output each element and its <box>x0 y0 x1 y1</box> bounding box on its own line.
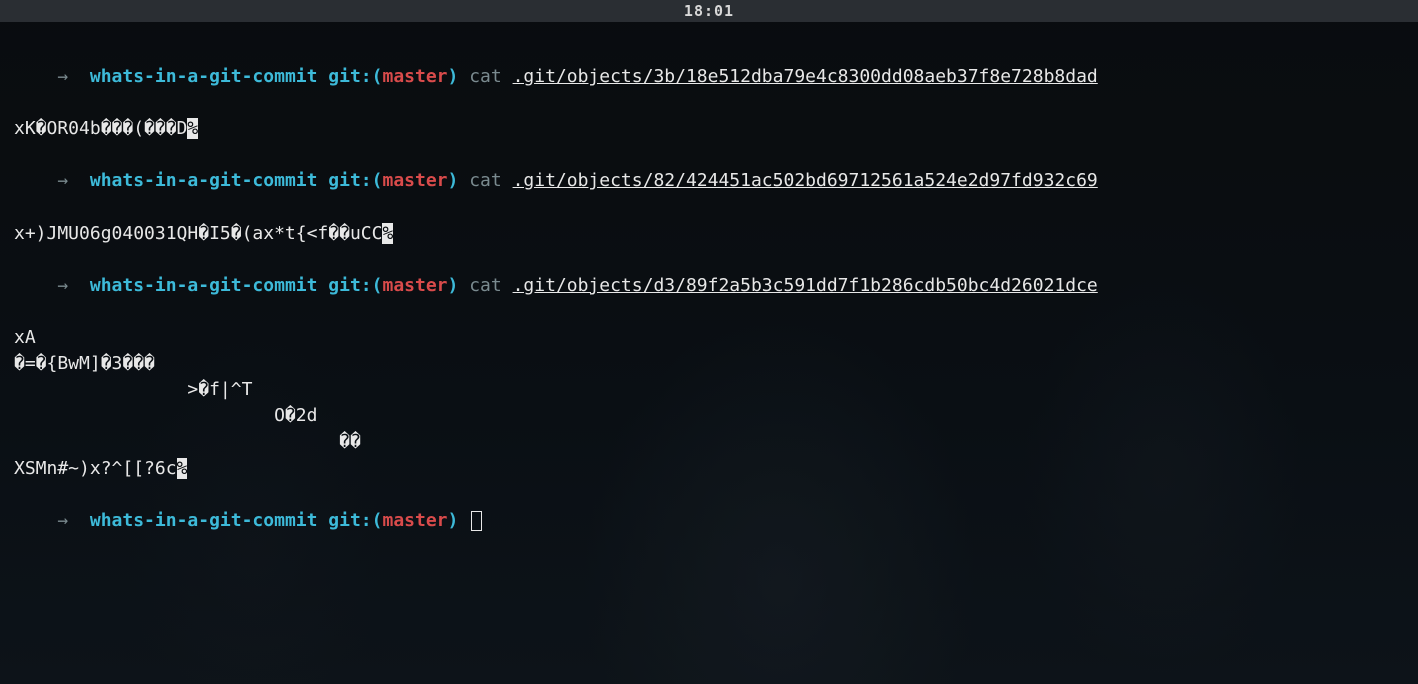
output-line: XSMn#~)x?^[[?6c% <box>14 456 1404 482</box>
prompt-dir: whats-in-a-git-commit <box>90 275 318 296</box>
prompt-arrow-icon: → <box>57 275 90 296</box>
eol-percent-icon: % <box>187 118 198 139</box>
prompt-dir: whats-in-a-git-commit <box>90 510 318 531</box>
statusbar-time: 18:01 <box>684 2 734 20</box>
prompt-paren-open: ( <box>372 66 383 87</box>
prompt-git-label: git: <box>317 170 371 191</box>
output-text: x+)JMU06g040031QH�I5�(ax*t{<f��uCC <box>14 223 382 244</box>
prompt-paren-close: ) <box>448 510 470 531</box>
prompt-line: → whats-in-a-git-commit git:(master) cat… <box>14 38 1404 116</box>
output-line: xA <box>14 325 1404 351</box>
eol-percent-icon: % <box>177 458 188 479</box>
prompt-branch: master <box>382 66 447 87</box>
prompt-paren-close: ) <box>448 66 470 87</box>
command-path: .git/objects/82/424451ac502bd69712561a52… <box>513 170 1098 191</box>
output-text: O�2d <box>14 405 317 426</box>
output-line: >�f|^T <box>14 377 1404 403</box>
prompt-branch: master <box>382 275 447 296</box>
prompt-git-label: git: <box>317 66 371 87</box>
output-line: �� <box>14 429 1404 455</box>
output-line: O�2d <box>14 403 1404 429</box>
output-line: x+)JMU06g040031QH�I5�(ax*t{<f��uCC% <box>14 221 1404 247</box>
command-path: .git/objects/3b/18e512dba79e4c8300dd08ae… <box>513 66 1098 87</box>
output-text: XSMn#~)x?^[[?6c <box>14 458 177 479</box>
command: cat <box>469 66 512 87</box>
command: cat <box>469 170 512 191</box>
output-text: >�f|^T <box>14 379 252 400</box>
prompt-line: → whats-in-a-git-commit git:(master) cat… <box>14 142 1404 220</box>
prompt-arrow-icon: → <box>57 170 90 191</box>
prompt-git-label: git: <box>317 510 371 531</box>
output-text: xK�OR04b���(���D <box>14 118 187 139</box>
cursor-icon <box>471 511 482 531</box>
command: cat <box>469 275 512 296</box>
output-line: �=�{BwM]�3��� <box>14 351 1404 377</box>
prompt-branch: master <box>382 170 447 191</box>
prompt-paren-open: ( <box>372 170 383 191</box>
output-line: xK�OR04b���(���D% <box>14 116 1404 142</box>
statusbar: 18:01 <box>0 0 1418 22</box>
command-path: .git/objects/d3/89f2a5b3c591dd7f1b286cdb… <box>513 275 1098 296</box>
eol-percent-icon: % <box>382 223 393 244</box>
prompt-paren-close: ) <box>448 170 470 191</box>
prompt-git-label: git: <box>317 275 371 296</box>
output-text: xA <box>14 327 36 348</box>
prompt-arrow-icon: → <box>57 510 90 531</box>
terminal[interactable]: → whats-in-a-git-commit git:(master) cat… <box>0 22 1418 560</box>
prompt-line-active[interactable]: → whats-in-a-git-commit git:(master) <box>14 482 1404 560</box>
output-text: �=�{BwM]�3��� <box>14 353 155 374</box>
prompt-branch: master <box>382 510 447 531</box>
prompt-dir: whats-in-a-git-commit <box>90 170 318 191</box>
prompt-arrow-icon: → <box>57 66 90 87</box>
prompt-paren-open: ( <box>372 510 383 531</box>
output-text: �� <box>14 431 361 452</box>
prompt-line: → whats-in-a-git-commit git:(master) cat… <box>14 247 1404 325</box>
prompt-paren-close: ) <box>448 275 470 296</box>
prompt-paren-open: ( <box>372 275 383 296</box>
prompt-dir: whats-in-a-git-commit <box>90 66 318 87</box>
